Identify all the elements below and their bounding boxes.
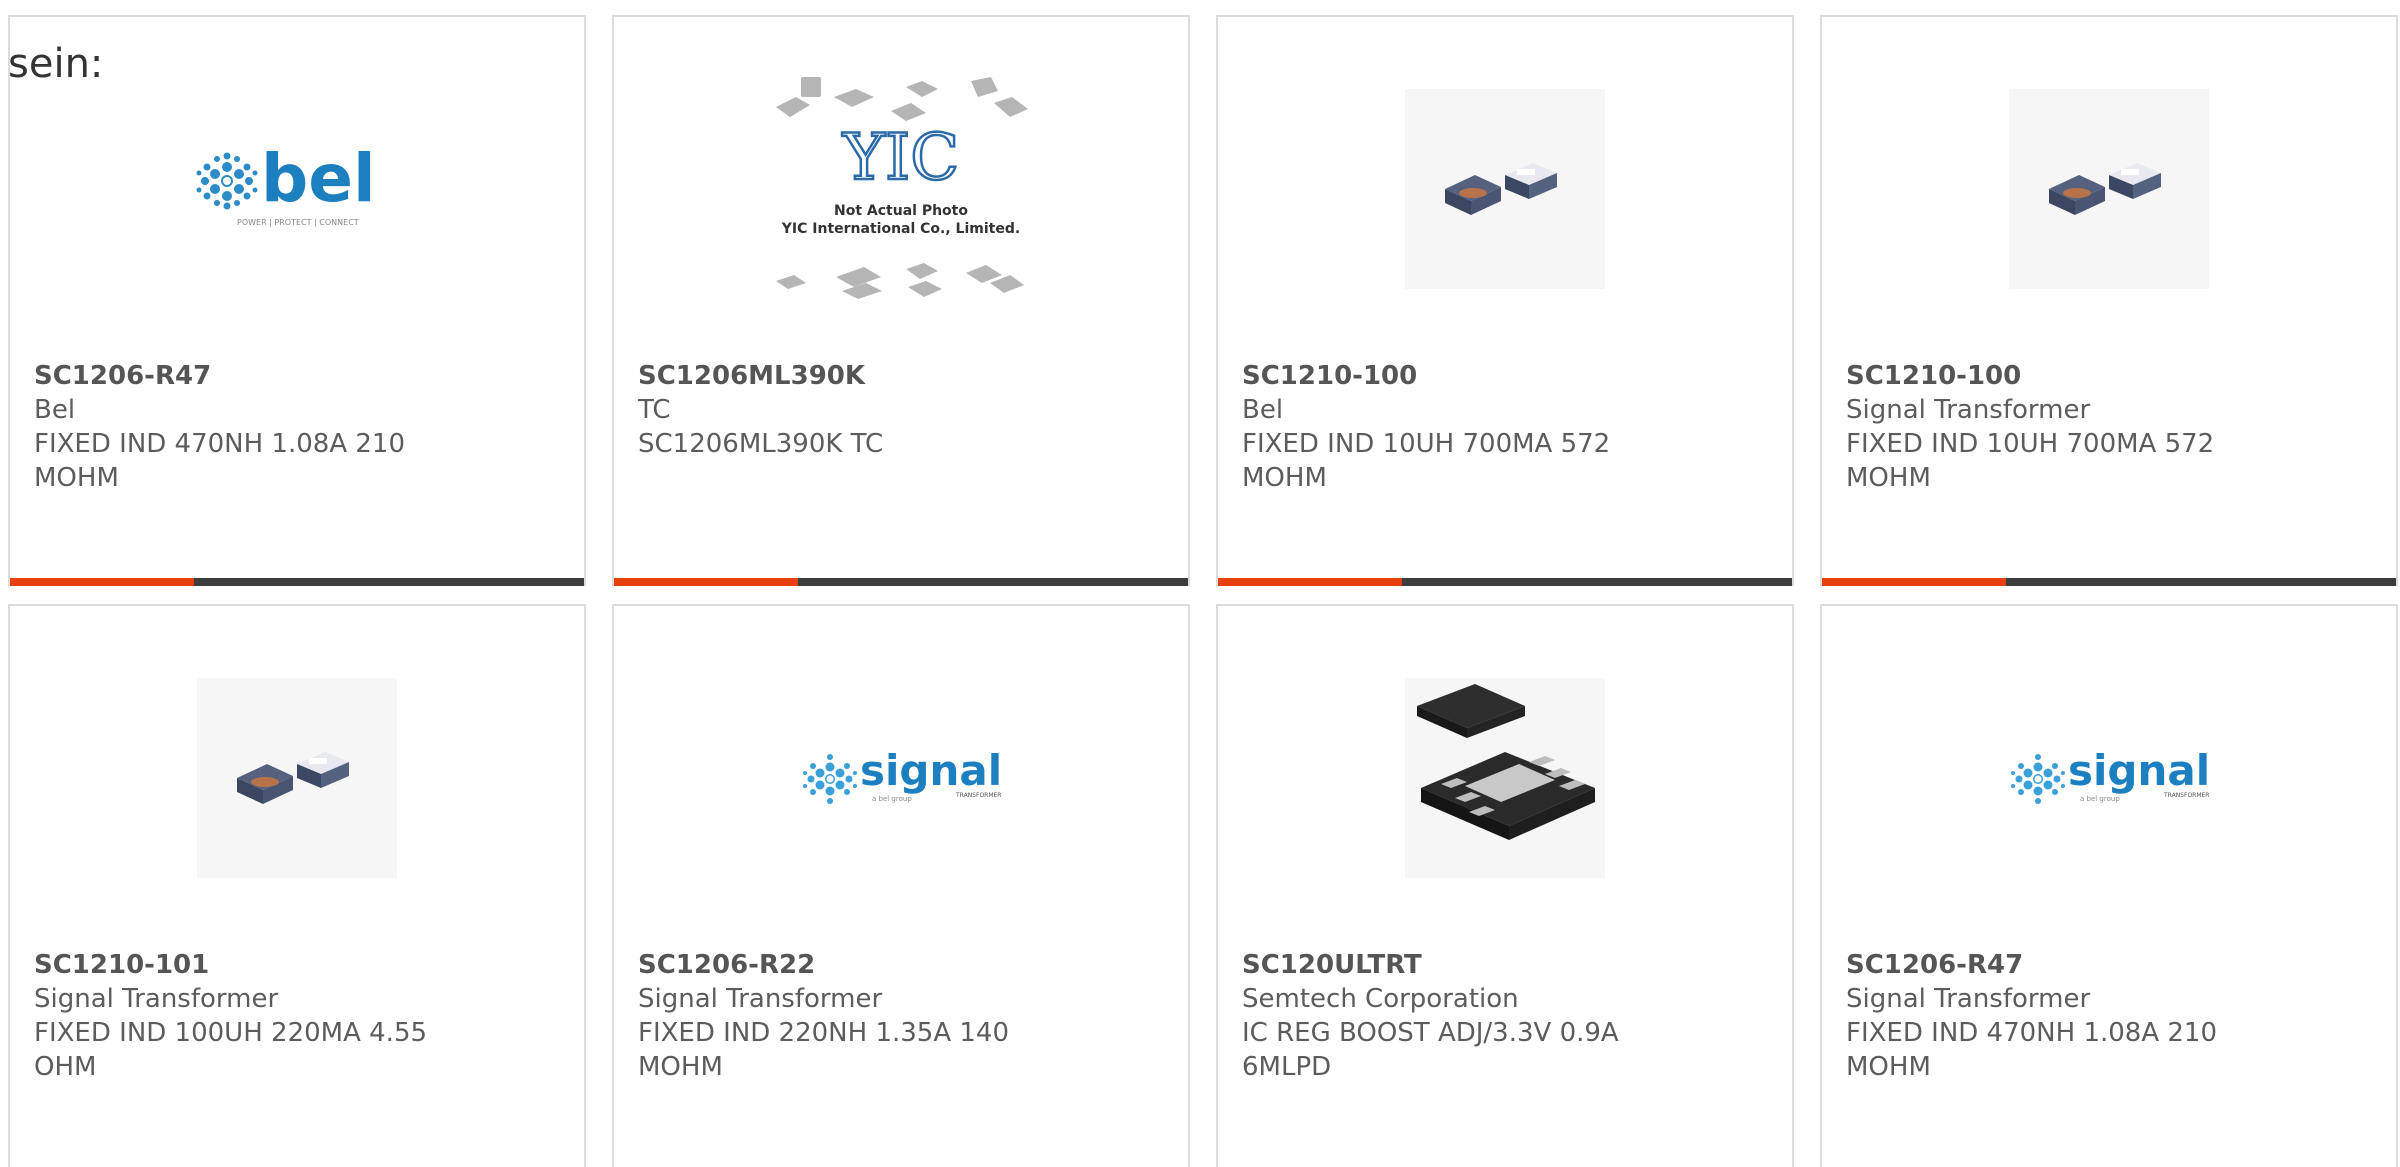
- inductor-photo-icon: [2009, 89, 2209, 289]
- brand-name: Signal Transformer: [638, 984, 883, 1014]
- progress-bar: [1218, 578, 1792, 586]
- page: bel POWER | PROTECT | CONNECT SC1206-R47…: [0, 0, 2400, 1167]
- product-info: SC1206ML390K TC SC1206ML390K TC: [638, 359, 1038, 461]
- inductor-photo-icon: [197, 678, 397, 878]
- product-card[interactable]: bel POWER | PROTECT | CONNECT SC1206-R47…: [8, 15, 586, 586]
- svg-text:YIC International Co., Limited: YIC International Co., Limited.: [781, 221, 1020, 237]
- part-number[interactable]: SC1206-R22: [638, 948, 1038, 982]
- product-info: SC1210-101 Signal Transformer FIXED IND …: [34, 948, 434, 1084]
- part-number[interactable]: SC1206-R47: [34, 359, 434, 393]
- product-image: [10, 668, 584, 888]
- svg-text:a bel group: a bel group: [872, 795, 912, 803]
- product-image: signal TRANSFORMER a bel group: [614, 668, 1188, 888]
- not-actual-photo-icon: YIC Not Actual Photo YIC International C…: [776, 77, 1028, 299]
- product-card[interactable]: signal TRANSFORMER a bel group SC1206-R4…: [1820, 604, 2398, 1167]
- svg-text:POWER | PROTECT | CONNECT: POWER | PROTECT | CONNECT: [237, 218, 359, 227]
- product-image: [1218, 79, 1792, 299]
- product-image: [1822, 79, 2396, 299]
- progress-bar: [1822, 578, 2396, 586]
- product-image: signal TRANSFORMER a bel group: [1822, 668, 2396, 888]
- part-number[interactable]: SC1210-100: [1242, 359, 1642, 393]
- svg-text:a bel group: a bel group: [2080, 795, 2120, 803]
- product-card[interactable]: YIC Not Actual Photo YIC International C…: [612, 15, 1190, 586]
- svg-text:TRANSFORMER: TRANSFORMER: [2163, 792, 2209, 799]
- product-image: YIC Not Actual Photo YIC International C…: [614, 77, 1188, 299]
- intro-text: sein:: [8, 41, 104, 87]
- svg-text:signal: signal: [2068, 746, 2210, 795]
- product-image: bel POWER | PROTECT | CONNECT: [10, 79, 584, 299]
- product-description: FIXED IND 10UH 700MA 572 MOHM: [1846, 429, 2215, 493]
- product-info: SC1210-100 Signal Transformer FIXED IND …: [1846, 359, 2246, 495]
- product-description: FIXED IND 220NH 1.35A 140 MOHM: [638, 1018, 1010, 1082]
- brand-name: Bel: [34, 395, 76, 425]
- product-card[interactable]: SC120ULTRT Semtech Corporation IC REG BO…: [1216, 604, 1794, 1167]
- brand-name: Signal Transformer: [1846, 984, 2091, 1014]
- product-description: FIXED IND 100UH 220MA 4.55 OHM: [34, 1018, 428, 1082]
- product-info: SC1206-R22 Signal Transformer FIXED IND …: [638, 948, 1038, 1084]
- signal-logo-icon: signal TRANSFORMER a bel group: [803, 746, 1002, 804]
- product-info: SC1206-R47 Signal Transformer FIXED IND …: [1846, 948, 2246, 1084]
- product-description: IC REG BOOST ADJ/3.3V 0.9A 6MLPD: [1242, 1018, 1619, 1082]
- product-info: SC120ULTRT Semtech Corporation IC REG BO…: [1242, 948, 1642, 1084]
- signal-logo-icon: signal TRANSFORMER a bel group: [2011, 746, 2210, 804]
- svg-text:YIC: YIC: [842, 121, 960, 195]
- part-number[interactable]: SC1206ML390K: [638, 359, 1038, 393]
- product-card[interactable]: SC1210-100 Bel FIXED IND 10UH 700MA 572 …: [1216, 15, 1794, 586]
- product-description: FIXED IND 470NH 1.08A 210 MOHM: [34, 429, 406, 493]
- product-info: SC1206-R47 Bel FIXED IND 470NH 1.08A 210…: [34, 359, 434, 495]
- product-card[interactable]: SC1210-100 Signal Transformer FIXED IND …: [1820, 15, 2398, 586]
- brand-name: Signal Transformer: [34, 984, 279, 1014]
- product-image: [1218, 668, 1792, 888]
- product-description: FIXED IND 470NH 1.08A 210 MOHM: [1846, 1018, 2218, 1082]
- ic-package-photo-icon: [1405, 678, 1605, 878]
- brand-name: Semtech Corporation: [1242, 984, 1519, 1014]
- part-number[interactable]: SC1206-R47: [1846, 948, 2246, 982]
- product-description: SC1206ML390K TC: [638, 429, 884, 459]
- part-number[interactable]: SC120ULTRT: [1242, 948, 1642, 982]
- svg-text:bel: bel: [261, 140, 376, 217]
- product-info: SC1210-100 Bel FIXED IND 10UH 700MA 572 …: [1242, 359, 1642, 495]
- progress-bar-fill: [614, 578, 798, 586]
- svg-text:signal: signal: [860, 746, 1002, 795]
- product-description: FIXED IND 10UH 700MA 572 MOHM: [1242, 429, 1611, 493]
- brand-name: Signal Transformer: [1846, 395, 2091, 425]
- product-grid: bel POWER | PROTECT | CONNECT SC1206-R47…: [8, 15, 2398, 1167]
- inductor-photo-icon: [1405, 89, 1605, 289]
- progress-bar: [10, 578, 584, 586]
- part-number[interactable]: SC1210-101: [34, 948, 434, 982]
- svg-text:Not Actual Photo: Not Actual Photo: [834, 203, 968, 219]
- product-card[interactable]: signal TRANSFORMER a bel group SC1206-R2…: [612, 604, 1190, 1167]
- product-card[interactable]: SC1210-101 Signal Transformer FIXED IND …: [8, 604, 586, 1167]
- bel-logo-icon: bel POWER | PROTECT | CONNECT: [196, 140, 376, 227]
- svg-text:TRANSFORMER: TRANSFORMER: [955, 792, 1001, 799]
- progress-bar-fill: [10, 578, 194, 586]
- part-number[interactable]: SC1210-100: [1846, 359, 2246, 393]
- progress-bar-fill: [1822, 578, 2006, 586]
- progress-bar-fill: [1218, 578, 1402, 586]
- brand-name: Bel: [1242, 395, 1284, 425]
- brand-name: TC: [638, 395, 671, 425]
- progress-bar: [614, 578, 1188, 586]
